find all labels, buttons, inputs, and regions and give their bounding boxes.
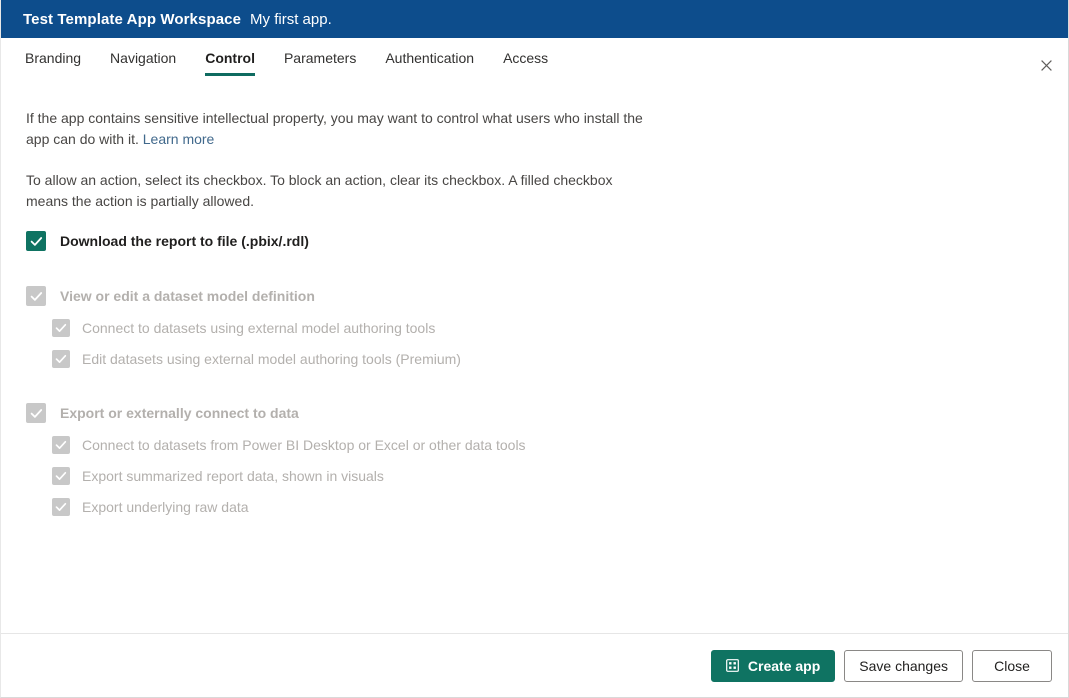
checkbox-row-connect-external-tools[interactable]: Connect to datasets using external model… xyxy=(26,319,1044,337)
checkbox-row-download-report[interactable]: Download the report to file (.pbix/.rdl) xyxy=(26,231,1044,251)
checkbox-export-raw-data[interactable] xyxy=(52,498,70,516)
control-panel-content: If the app contains sensitive intellectu… xyxy=(1,82,1068,633)
checkbox-label-download-report: Download the report to file (.pbix/.rdl) xyxy=(60,233,309,249)
tab-branding[interactable]: Branding xyxy=(25,38,81,76)
checkbox-export-connect-data[interactable] xyxy=(26,403,46,423)
learn-more-link[interactable]: Learn more xyxy=(143,131,215,147)
tab-authentication[interactable]: Authentication xyxy=(385,38,474,76)
tab-control[interactable]: Control xyxy=(205,38,255,76)
checkbox-download-report[interactable] xyxy=(26,231,46,251)
tab-access[interactable]: Access xyxy=(503,38,548,76)
instructions-paragraph: To allow an action, select its checkbox.… xyxy=(26,172,613,209)
checkbox-row-export-raw-data[interactable]: Export underlying raw data xyxy=(26,498,1044,516)
checkbox-view-edit-dataset[interactable] xyxy=(26,286,46,306)
save-changes-label: Save changes xyxy=(859,657,948,674)
checkbox-row-export-summarized-data[interactable]: Export summarized report data, shown in … xyxy=(26,467,1044,485)
checkbox-row-edit-external-tools[interactable]: Edit datasets using external model autho… xyxy=(26,350,1044,368)
dialog-footer: Create app Save changes Close xyxy=(1,633,1068,697)
close-icon xyxy=(1040,59,1052,73)
checkbox-label-connect-external-tools: Connect to datasets using external model… xyxy=(82,320,436,336)
app-grid-icon xyxy=(726,659,739,672)
create-app-button[interactable]: Create app xyxy=(710,649,836,682)
tab-parameters[interactable]: Parameters xyxy=(284,38,356,76)
close-dialog-button[interactable]: Close xyxy=(972,649,1052,682)
save-changes-button[interactable]: Save changes xyxy=(844,649,963,682)
dialog-header: Test Template App Workspace My first app… xyxy=(1,0,1068,38)
workspace-title: Test Template App Workspace xyxy=(23,10,242,28)
create-app-label: Create app xyxy=(747,657,821,674)
checkbox-label-view-edit-dataset: View or edit a dataset model definition xyxy=(60,288,315,304)
tab-navigation[interactable]: Navigation xyxy=(110,38,176,76)
close-dialog-label: Close xyxy=(994,657,1030,674)
checkbox-edit-external-tools[interactable] xyxy=(52,350,70,368)
checkbox-connect-powerbi-desktop[interactable] xyxy=(52,436,70,454)
checkbox-export-summarized-data[interactable] xyxy=(52,467,70,485)
intro-paragraph-text: If the app contains sensitive intellectu… xyxy=(26,110,643,147)
checkbox-row-view-edit-dataset[interactable]: View or edit a dataset model definition xyxy=(26,286,1044,306)
checkbox-row-connect-powerbi-desktop[interactable]: Connect to datasets from Power BI Deskto… xyxy=(26,436,1044,454)
app-subtitle: My first app. xyxy=(250,10,332,28)
checkbox-label-export-raw-data: Export underlying raw data xyxy=(82,499,249,515)
tab-bar: Branding Navigation Control Parameters A… xyxy=(1,38,1068,82)
checkbox-label-edit-external-tools: Edit datasets using external model autho… xyxy=(82,351,461,367)
intro-paragraph: If the app contains sensitive intellectu… xyxy=(26,108,654,150)
checkbox-label-export-connect-data: Export or externally connect to data xyxy=(60,405,299,421)
app-settings-dialog: Test Template App Workspace My first app… xyxy=(0,0,1069,698)
checkbox-row-export-connect-data[interactable]: Export or externally connect to data xyxy=(26,403,1044,423)
close-button[interactable] xyxy=(1030,50,1062,82)
checkbox-label-export-summarized-data: Export summarized report data, shown in … xyxy=(82,468,384,484)
checkbox-label-connect-powerbi-desktop: Connect to datasets from Power BI Deskto… xyxy=(82,437,526,453)
checkbox-connect-external-tools[interactable] xyxy=(52,319,70,337)
